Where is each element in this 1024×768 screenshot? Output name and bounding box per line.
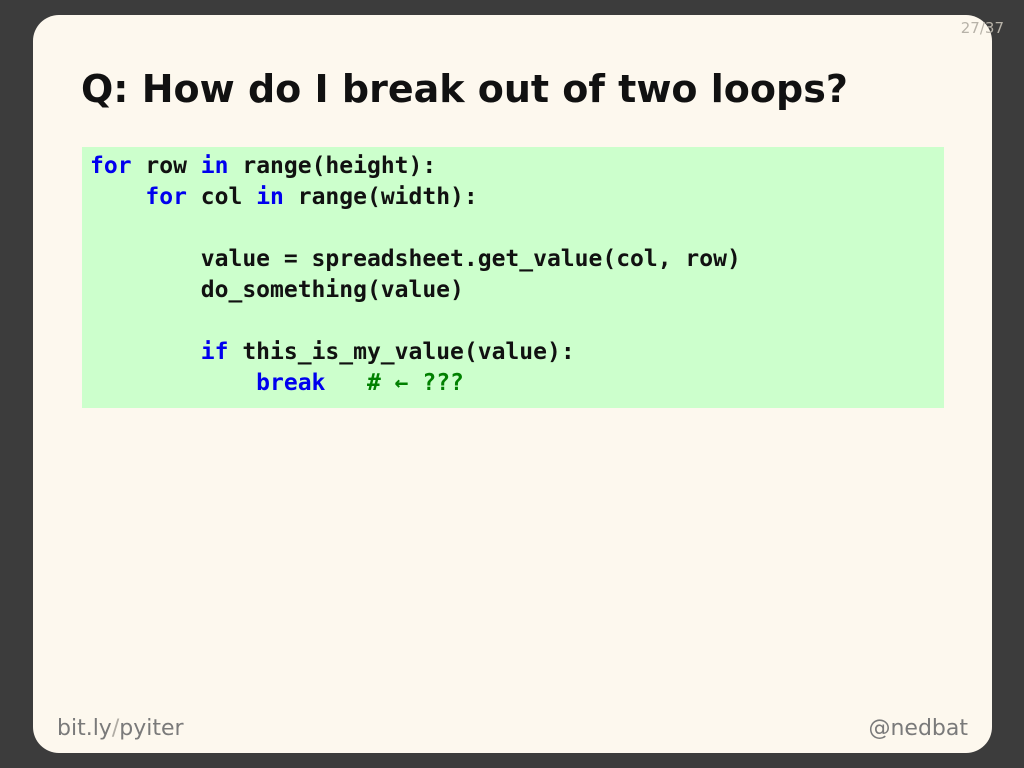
code-keyword: in bbox=[256, 184, 284, 210]
code-line: for row in range(height): bbox=[90, 151, 944, 182]
slide-title: Q: How do I break out of two loops? bbox=[81, 67, 848, 111]
code-line: do_something(value) bbox=[90, 275, 944, 306]
code-text: col bbox=[186, 184, 257, 210]
code-keyword: break bbox=[256, 370, 326, 396]
code-text: range(height): bbox=[228, 153, 437, 179]
footer-link-path: pyiter bbox=[119, 716, 184, 741]
code-keyword: for bbox=[90, 153, 132, 179]
code-line: value = spreadsheet.get_value(col, row) bbox=[90, 244, 944, 275]
code-keyword: for bbox=[145, 184, 187, 210]
code-line: ​ bbox=[90, 306, 944, 337]
code-block: for row in range(height): for col in ran… bbox=[82, 147, 944, 408]
code-line: for col in range(width): bbox=[90, 182, 944, 213]
footer-short-link: bit.ly/pyiter bbox=[57, 716, 184, 741]
code-text: range(width): bbox=[283, 184, 478, 210]
slide-counter: 27/37 bbox=[960, 19, 1004, 37]
code-comment: # ← ??? bbox=[366, 370, 464, 396]
code-text: value = spreadsheet.get_value(col, row) bbox=[90, 246, 741, 272]
code-text: do_something(value) bbox=[90, 277, 464, 303]
code-keyword: in bbox=[200, 153, 229, 179]
code-text: row bbox=[131, 153, 201, 179]
slide: 27/37 Q: How do I break out of two loops… bbox=[33, 15, 1004, 753]
code-keyword: if bbox=[200, 339, 229, 365]
footer-link-domain: bit.ly bbox=[57, 716, 112, 741]
code-line: break # ← ??? bbox=[90, 368, 944, 399]
code-text: this_is_my_value(value): bbox=[228, 339, 575, 365]
code-line: if this_is_my_value(value): bbox=[90, 337, 944, 368]
code-line: ​ bbox=[90, 213, 944, 244]
footer-handle: @nedbat bbox=[868, 716, 968, 741]
